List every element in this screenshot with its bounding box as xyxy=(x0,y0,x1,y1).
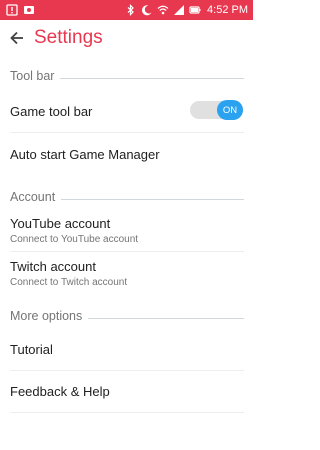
section-label: More options xyxy=(10,309,83,323)
photo-icon xyxy=(23,4,35,16)
auto-start-label: Auto start Game Manager xyxy=(10,147,160,162)
feedback-help-label: Feedback & Help xyxy=(10,384,110,399)
auto-start-row[interactable]: Auto start Game Manager xyxy=(10,147,244,162)
bluetooth-icon xyxy=(125,4,137,16)
section-header-more-options: More options xyxy=(10,308,244,324)
tutorial-row[interactable]: Tutorial xyxy=(10,342,244,357)
youtube-account-subtitle: Connect to YouTube account xyxy=(10,234,139,245)
section-label: Tool bar xyxy=(10,69,55,83)
divider xyxy=(10,370,244,371)
section-divider xyxy=(60,77,244,79)
twitch-account-subtitle: Connect to Twitch account xyxy=(10,277,128,288)
section-divider xyxy=(61,198,244,200)
status-time: 4:52 PM xyxy=(207,4,248,16)
divider xyxy=(10,251,244,252)
app-bar: Settings xyxy=(0,20,253,56)
section-header-account: Account xyxy=(10,189,244,205)
toggle-knob: ON xyxy=(217,100,243,120)
twitch-account-title: Twitch account xyxy=(10,259,96,274)
section-label: Account xyxy=(10,190,56,204)
status-bar: 4:52 PM xyxy=(0,0,253,20)
page-title: Settings xyxy=(34,27,103,48)
alert-icon xyxy=(6,4,18,16)
battery-icon xyxy=(189,4,201,16)
signal-icon xyxy=(173,4,185,16)
youtube-account-title: YouTube account xyxy=(10,216,111,231)
feedback-help-row[interactable]: Feedback & Help xyxy=(10,384,244,399)
divider xyxy=(10,412,244,413)
tutorial-label: Tutorial xyxy=(10,342,53,357)
back-button[interactable] xyxy=(0,20,34,56)
section-divider xyxy=(88,317,244,319)
wifi-icon xyxy=(157,4,169,16)
youtube-account-row[interactable]: YouTube account Connect to YouTube accou… xyxy=(10,216,244,245)
twitch-account-row[interactable]: Twitch account Connect to Twitch account xyxy=(10,259,244,288)
game-tool-bar-toggle[interactable]: ON xyxy=(190,100,243,120)
section-header-toolbar: Tool bar xyxy=(10,68,244,84)
moon-icon xyxy=(141,4,153,16)
back-arrow-icon xyxy=(9,30,25,46)
divider xyxy=(10,132,244,133)
